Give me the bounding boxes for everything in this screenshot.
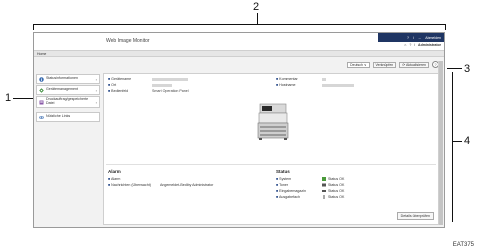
home-icon[interactable]: ⌂ [404, 43, 406, 47]
sidebar-item-useful-links[interactable]: Nützliche Links [36, 112, 100, 122]
callout-2-bracket-right [445, 24, 446, 30]
panel-value: Smart Operation Panel [152, 89, 189, 93]
language-value: Deutsch [350, 62, 363, 67]
help-small-icon[interactable]: ? [409, 43, 411, 47]
sidebar-item-label: Gerätemanagement [46, 87, 78, 92]
print-job-icon [39, 100, 44, 104]
callout-4-bracket [452, 72, 453, 222]
printer-image [257, 103, 289, 140]
home-link[interactable]: Home [37, 52, 46, 56]
breadcrumb: Home [34, 51, 444, 57]
help-icon[interactable]: ? [407, 36, 409, 40]
link-icon [39, 115, 44, 119]
alarm-title: Alarm [108, 169, 121, 174]
section-divider [106, 164, 436, 165]
logout-icon[interactable]: → [418, 36, 422, 40]
callout-2-line [257, 13, 258, 24]
panel-label: ■ Bedienfeld [108, 89, 129, 93]
sidebar: Statusinformationen › Gerätemanagement ›… [36, 74, 100, 123]
status-system-label: ■ System [276, 177, 292, 181]
status-input-label: ■ Eingabemagazin [276, 189, 306, 193]
callout-2-bracket-left [33, 24, 34, 30]
info-icon[interactable]: i [413, 36, 414, 40]
user-area: ⌂ ? i Administrator [404, 43, 441, 47]
sidebar-item-status[interactable]: Statusinformationen › [36, 74, 100, 84]
device-name-value [152, 77, 188, 81]
callout-4: 4 [464, 135, 471, 147]
device-management-icon [39, 87, 44, 93]
host-value [322, 83, 354, 87]
status-toner: Status OK [322, 183, 344, 187]
info-icon [39, 76, 44, 82]
input-tray-icon [322, 190, 326, 192]
status-output-label: ■ Ausgabefach [276, 195, 300, 199]
status-title: Status [276, 169, 290, 174]
chevron-right-icon: › [95, 76, 97, 82]
callout-1-line [13, 98, 34, 99]
output-tray-icon [323, 195, 325, 199]
sidebar-item-label: Nützliche Links [46, 114, 71, 119]
status-system: Status OK [322, 177, 344, 181]
refresh-label: Aktualisieren [405, 62, 426, 67]
location-value [152, 83, 172, 87]
app-title: Web Image Monitor [106, 38, 150, 44]
chevron-right-icon: › [95, 99, 97, 105]
sidebar-item-print-job[interactable]: Druckauftrag/gespeicherte Datei › [36, 96, 100, 108]
status-input-tray: Status OK [322, 189, 344, 193]
sidebar-item-label: Druckauftrag/gespeicherte Datei [46, 97, 89, 105]
chevron-right-icon: › [95, 87, 97, 93]
comment-label: ■ Kommentar [276, 77, 298, 81]
callout-3: 3 [464, 63, 471, 75]
host-label: ■ Hostname [276, 83, 296, 87]
system-status-icon [322, 177, 326, 181]
comment-value [322, 77, 326, 81]
sidebar-item-device-management[interactable]: Gerätemanagement › [36, 85, 100, 95]
top-bar-menu: ? i → Abmelden [378, 33, 444, 42]
refresh-icon: ⟳ [402, 62, 406, 67]
check-details-button[interactable]: Details überprüfen [396, 212, 434, 220]
logout-link[interactable]: Abmelden [425, 36, 441, 40]
main-area: Deutsch ∨ Verknüpfen ⟳ Aktualisieren ? ■… [103, 61, 439, 225]
top-bar: Web Image Monitor ? i → Abmelden ⌂ ? i A… [34, 33, 444, 51]
chevron-down-icon: ∨ [363, 62, 367, 67]
messages-row: ■ Nachrichten (Überwacht) [108, 183, 151, 187]
sidebar-item-label: Statusinformationen [46, 76, 78, 81]
callout-1: 1 [5, 92, 12, 104]
status-toner-label: ■ Toner [276, 183, 289, 187]
callout-2-bracket [33, 24, 446, 25]
callout-3-line [447, 68, 462, 69]
info-small-icon[interactable]: i [414, 43, 415, 47]
user-name: Administrator [418, 43, 441, 47]
toolbar: Deutsch ∨ Verknüpfen ⟳ Aktualisieren ? [347, 61, 439, 68]
figure-code: EAT375 [452, 242, 474, 248]
callout-2: 2 [253, 1, 260, 13]
status-output-tray: Status OK [322, 195, 344, 199]
messages-value: Angemeldet-Bediby Administrator [160, 183, 214, 187]
toner-icon [322, 183, 326, 187]
language-select[interactable]: Deutsch ∨ [347, 61, 370, 68]
callout-4-line [452, 141, 462, 142]
status-panel: ■ Gerätename ■ Ort ■ Bedienfeld Smart Op… [103, 73, 439, 225]
shortcut-button[interactable]: Verknüpfen [372, 61, 397, 68]
scrollbar[interactable] [438, 61, 443, 225]
web-image-monitor-window: Web Image Monitor ? i → Abmelden ⌂ ? i A… [33, 32, 445, 228]
device-name-label: ■ Gerätename [108, 77, 132, 81]
refresh-button[interactable]: ⟳ Aktualisieren [399, 61, 429, 68]
scrollbar-thumb[interactable] [439, 61, 443, 225]
alarm-row: ■ Alarm [108, 177, 121, 181]
location-label: ■ Ort [108, 83, 117, 87]
